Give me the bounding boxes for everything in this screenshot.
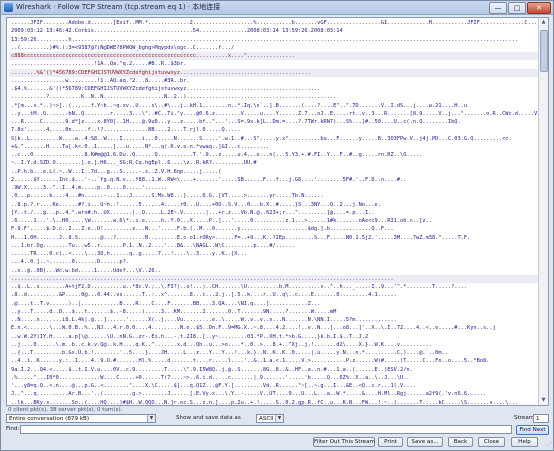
server-data-line[interactable]: ..4..i..K......y.:..1....4..9.U.#.......… <box>9 357 538 365</box>
dialog-buttons: Filter Out This Stream Print Save as... … <box>1 437 554 449</box>
server-data-line[interactable]: .%.....^...I0*0.............W....C.....+… <box>9 374 538 382</box>
server-data-line[interactable]: .6.....1...'.\..H0.....\W.......w.6\*..i… <box>9 217 538 225</box>
save-as-button[interactable]: Save as... <box>407 437 443 447</box>
client-data-line[interactable]: ........................................… <box>9 274 538 283</box>
resize-grip-icon[interactable]: ⋰ <box>544 441 552 449</box>
server-data-line[interactable]: '...y8=q.Q..<.n....@...p.G..<........"..… <box>9 382 538 390</box>
minimize-button[interactable]: — <box>489 2 507 14</box>
server-data-line[interactable]: ...1.br.Dg........Tu...w5..r.......P.1..… <box>9 242 538 250</box>
server-data-line[interactable]: H...1.0H.......J..8.S.......@...?.......… <box>9 234 538 242</box>
server-data-line[interactable]: ...........?..........K..N..N...........… <box>9 93 538 101</box>
server-data-line[interactable]: 9a.I.2...Q4.<.....$..t.I.V.u....0V..c.9.… <box>9 366 538 374</box>
find-bar: Find: Find Next <box>6 425 549 435</box>
conversation-select-value: Entire conversation (879 kB) <box>9 416 90 422</box>
display-controls: Entire conversation (879 kB) ▼ Show and … <box>6 414 549 424</box>
format-select-value: ASCII <box>259 416 274 422</box>
scroll-down-arrow-icon[interactable]: ▼ <box>539 396 548 405</box>
server-data-line[interactable]: ..j....0......\.m..b..c.k.v.Q@..k.H....q… <box>9 341 538 349</box>
maximize-button[interactable]: □ <box>508 2 526 14</box>
title-bar[interactable]: Wireshark · Follow TCP Stream (tcp.strea… <box>1 1 553 15</box>
chevron-down-icon: ▼ <box>275 415 283 422</box>
server-data-line[interactable]: .*[m...x.*..)~>[..(..,...f.Y~b..~q.xv..U… <box>9 102 538 110</box>
server-data-line[interactable]: ~..I.Y.d.SZD.O........].e.[.H6..._SG;R.C… <box>9 159 538 167</box>
server-data-line[interactable]: ..P.h.b...e.L(.~..W...I..7d...g...S.....… <box>9 168 538 176</box>
server-data-line[interactable]: ..N.....n.......i8.L.4k|.@...]......'...… <box>9 316 538 324</box>
server-data-line[interactable]: J..^...q..........Ar.B...'..(.........g.… <box>9 390 538 398</box>
server-data-line[interactable]: .0...p......k....4...#n......-...1...J..… <box>9 192 538 200</box>
server-data-line[interactable]: +&.^.......H....Tu[.k<.0..1.....]...u...… <box>9 143 538 151</box>
close-button[interactable]: Close <box>478 437 505 447</box>
server-data-line[interactable]: ..c...0................8.K#m@@1.6.Du..Q.… <box>9 151 538 159</box>
window-title: Wireshark · Follow TCP Stream (tcp.strea… <box>16 3 221 11</box>
server-data-line[interactable]: ..$..L..s........A+tjF2.D..........u..*8… <box>9 283 538 291</box>
stream-content-pane[interactable]: ......JFIF........Adobe.d.......[Exif..M… <box>6 17 549 406</box>
help-button[interactable]: Help <box>511 437 538 447</box>
server-data-line[interactable]: F.9.F'.....$.D.c..2...Z.e..D!.........z.… <box>9 225 538 233</box>
filter-out-stream-button[interactable]: Filter Out This Stream <box>313 437 375 447</box>
server-data-line[interactable]: 7.8x'......4,....0n.....f..!?....,......… <box>9 126 538 134</box>
chevron-down-icon: ▼ <box>147 415 155 422</box>
server-data-line[interactable]: .$4.%.......&'()*56789:CDEFGHIJSTUVWXYZc… <box>9 85 538 93</box>
server-data-line[interactable]: ..{...T.........b.Gs.U.b.!........'..5..… <box>9 349 538 357</box>
stream-text[interactable]: ......JFIF........Adobe.d.......[Exif..M… <box>9 19 538 406</box>
scroll-up-arrow-icon[interactable]: ▲ <box>539 18 548 27</box>
server-data-line[interactable]: .9W.X.....3.."..I..4.m.....p..0....0....… <box>9 184 538 192</box>
stream-summary: 0 client pkt(s), 38 server pkt(s), 0 tur… <box>8 407 123 413</box>
server-data-line[interactable]: 2009:03:12 13:46:42.Corbis..............… <box>9 27 538 35</box>
server-data-line[interactable]: 13:59:26..........h.....................… <box>9 36 538 44</box>
back-button[interactable]: Back <box>448 437 473 447</box>
stream-number-value: 1 <box>536 416 540 422</box>
server-data-line[interactable]: S|k..L.........W....a..4.S8..W....I.....… <box>9 135 538 143</box>
scroll-thumb[interactable] <box>540 30 548 72</box>
wireshark-fin-icon <box>4 3 13 12</box>
server-data-line[interactable]: ......TR....0.c)..<....\...3O,h......q..… <box>9 250 538 258</box>
server-data-line[interactable]: ]Y..t./...@...p..4.".wrx#.h..UX.......|.… <box>9 209 538 217</box>
server-data-line[interactable]: ..o..@..0B(...Wc.w.bd.....1.....Udef...\… <box>9 267 538 275</box>
server-data-line[interactable]: ...R.....C.......9.d*]z....x.8Y0[..1H...… <box>9 118 538 126</box>
server-data-line[interactable]: ..w.W.2Y)IY.H.....a.p[\@......\U..nN.G..… <box>9 333 538 341</box>
server-data-line[interactable]: ...4..0.]..~.......0.......D......p?. <box>9 258 538 266</box>
server-data-line[interactable]: ..(.........)#%.(:3=<9387@?(N@DWE?8PWQW_… <box>9 44 538 52</box>
find-next-button[interactable]: Find Next <box>516 425 549 435</box>
find-label: Find: <box>6 426 20 432</box>
find-input[interactable] <box>20 425 512 434</box>
server-data-line[interactable]: ..y...T.....d..D...$...t.......$..-8....… <box>9 308 538 316</box>
client-data-line[interactable]: c888cccccccccccccccccccccccccccccccccccc… <box>9 52 538 61</box>
server-data-line[interactable]: ..8.p.?.r....Ke......#?.i...U~h..!......… <box>9 201 538 209</box>
show-save-label: Show and save data as <box>176 415 241 421</box>
follow-tcp-stream-window: Wireshark · Follow TCP Stream (tcp.strea… <box>0 0 554 451</box>
server-data-line[interactable]: .@....t..T.v......)..|............B....R… <box>9 300 538 308</box>
vertical-scrollbar[interactable]: ▲ ▼ <box>538 18 548 405</box>
server-data-line[interactable]: ..lk...BKy.x.......So..(....HQ....)#$H..… <box>9 399 538 406</box>
stream-label: Stream <box>514 415 535 421</box>
client-data-line[interactable]: ........%&'()*456789:CDEFGHIJSTUVWXYZcde… <box>9 68 538 77</box>
server-data-line[interactable]: 2......$Y......Inc.$...'-..`fg.q.N.v...f… <box>9 176 538 184</box>
print-button[interactable]: Print <box>378 437 403 447</box>
close-window-button[interactable]: ✕ <box>527 2 551 14</box>
server-data-line[interactable]: E.n.<.......\...W.0.B..%...NJ...4.r.0.0.… <box>9 324 538 332</box>
server-data-line[interactable]: ..y...tM..Q.......bN..Q........r.....3..… <box>9 110 538 118</box>
window-controls: — □ ✕ <box>489 2 551 14</box>
format-select[interactable]: ASCII ▼ <box>256 414 284 423</box>
server-data-line[interactable]: ......JFIF........Adobe.d.......[Exif..M… <box>9 19 538 27</box>
conversation-select[interactable]: Entire conversation (879 kB) ▼ <box>6 414 156 423</box>
server-data-line[interactable]: ..........................!1A..Qa."q.2..… <box>9 60 538 68</box>
server-data-line[interactable]: .8..d..........&P.....0@...0.44..vs.....… <box>9 291 538 299</box>
stream-number-spinner[interactable]: 1 <box>533 414 549 423</box>
server-data-line[interactable]: .................w.........!1..AQ.aq."2.… <box>9 77 538 85</box>
